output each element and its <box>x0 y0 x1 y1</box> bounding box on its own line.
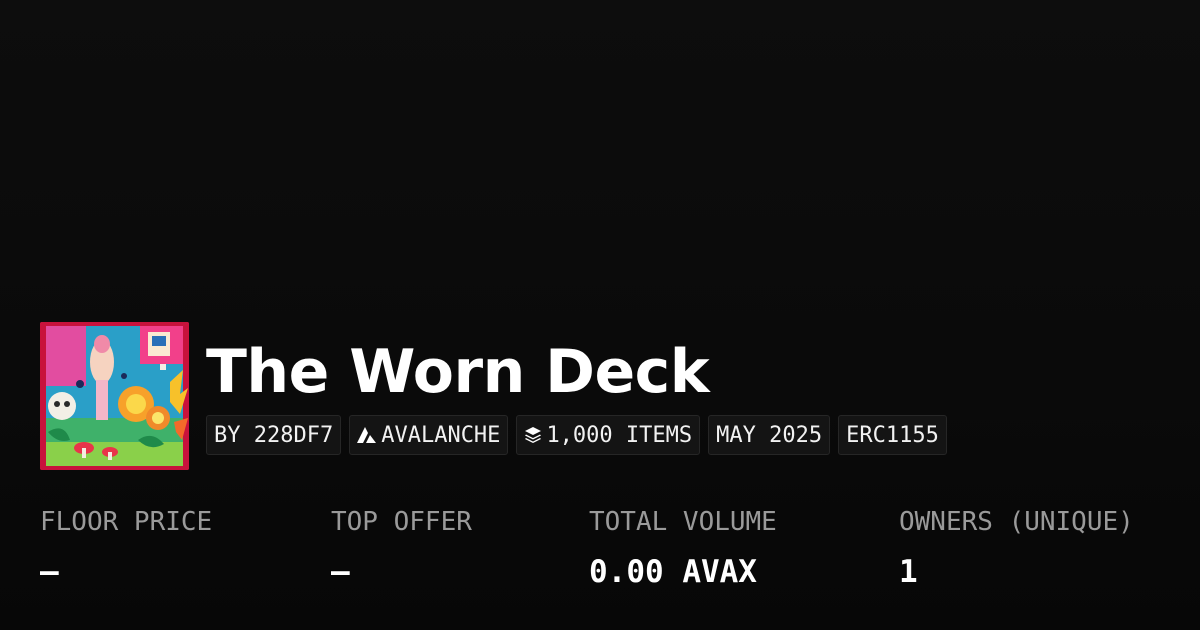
token-standard-tag: ERC1155 <box>838 415 947 455</box>
chain-tag: AVALANCHE <box>349 415 509 455</box>
floor-price-label: FLOOR PRICE <box>40 507 213 537</box>
date-tag-label: MAY 2025 <box>716 422 823 448</box>
collection-share-card: The Worn Deck BY 228DF7 AVALANCHE 1,000 … <box>0 0 1200 630</box>
stack-layers-icon <box>525 427 542 443</box>
collection-thumbnail <box>40 322 189 470</box>
total-volume-value: 0.00 AVAX <box>589 554 757 590</box>
collection-title: The Worn Deck <box>206 337 710 407</box>
item-count-label: 1,000 ITEMS <box>546 422 693 448</box>
collection-meta-tags: BY 228DF7 AVALANCHE 1,000 ITEMS MAY 2025… <box>206 415 947 455</box>
floor-price-value: — <box>40 554 59 590</box>
creator-tag: BY 228DF7 <box>206 415 342 455</box>
top-offer-value: — <box>331 554 350 590</box>
top-offer-label: TOP OFFER <box>331 507 472 537</box>
collection-artwork-image <box>40 322 189 470</box>
date-tag: MAY 2025 <box>708 415 831 455</box>
token-standard-label: ERC1155 <box>846 422 939 448</box>
owners-value: 1 <box>899 554 918 590</box>
creator-tag-label: BY 228DF7 <box>214 422 334 448</box>
total-volume-label: TOTAL VOLUME <box>589 507 777 537</box>
avalanche-logo-icon <box>357 427 377 443</box>
chain-tag-label: AVALANCHE <box>381 422 501 448</box>
item-count-tag: 1,000 ITEMS <box>516 415 701 455</box>
owners-label: OWNERS (UNIQUE) <box>899 507 1134 537</box>
